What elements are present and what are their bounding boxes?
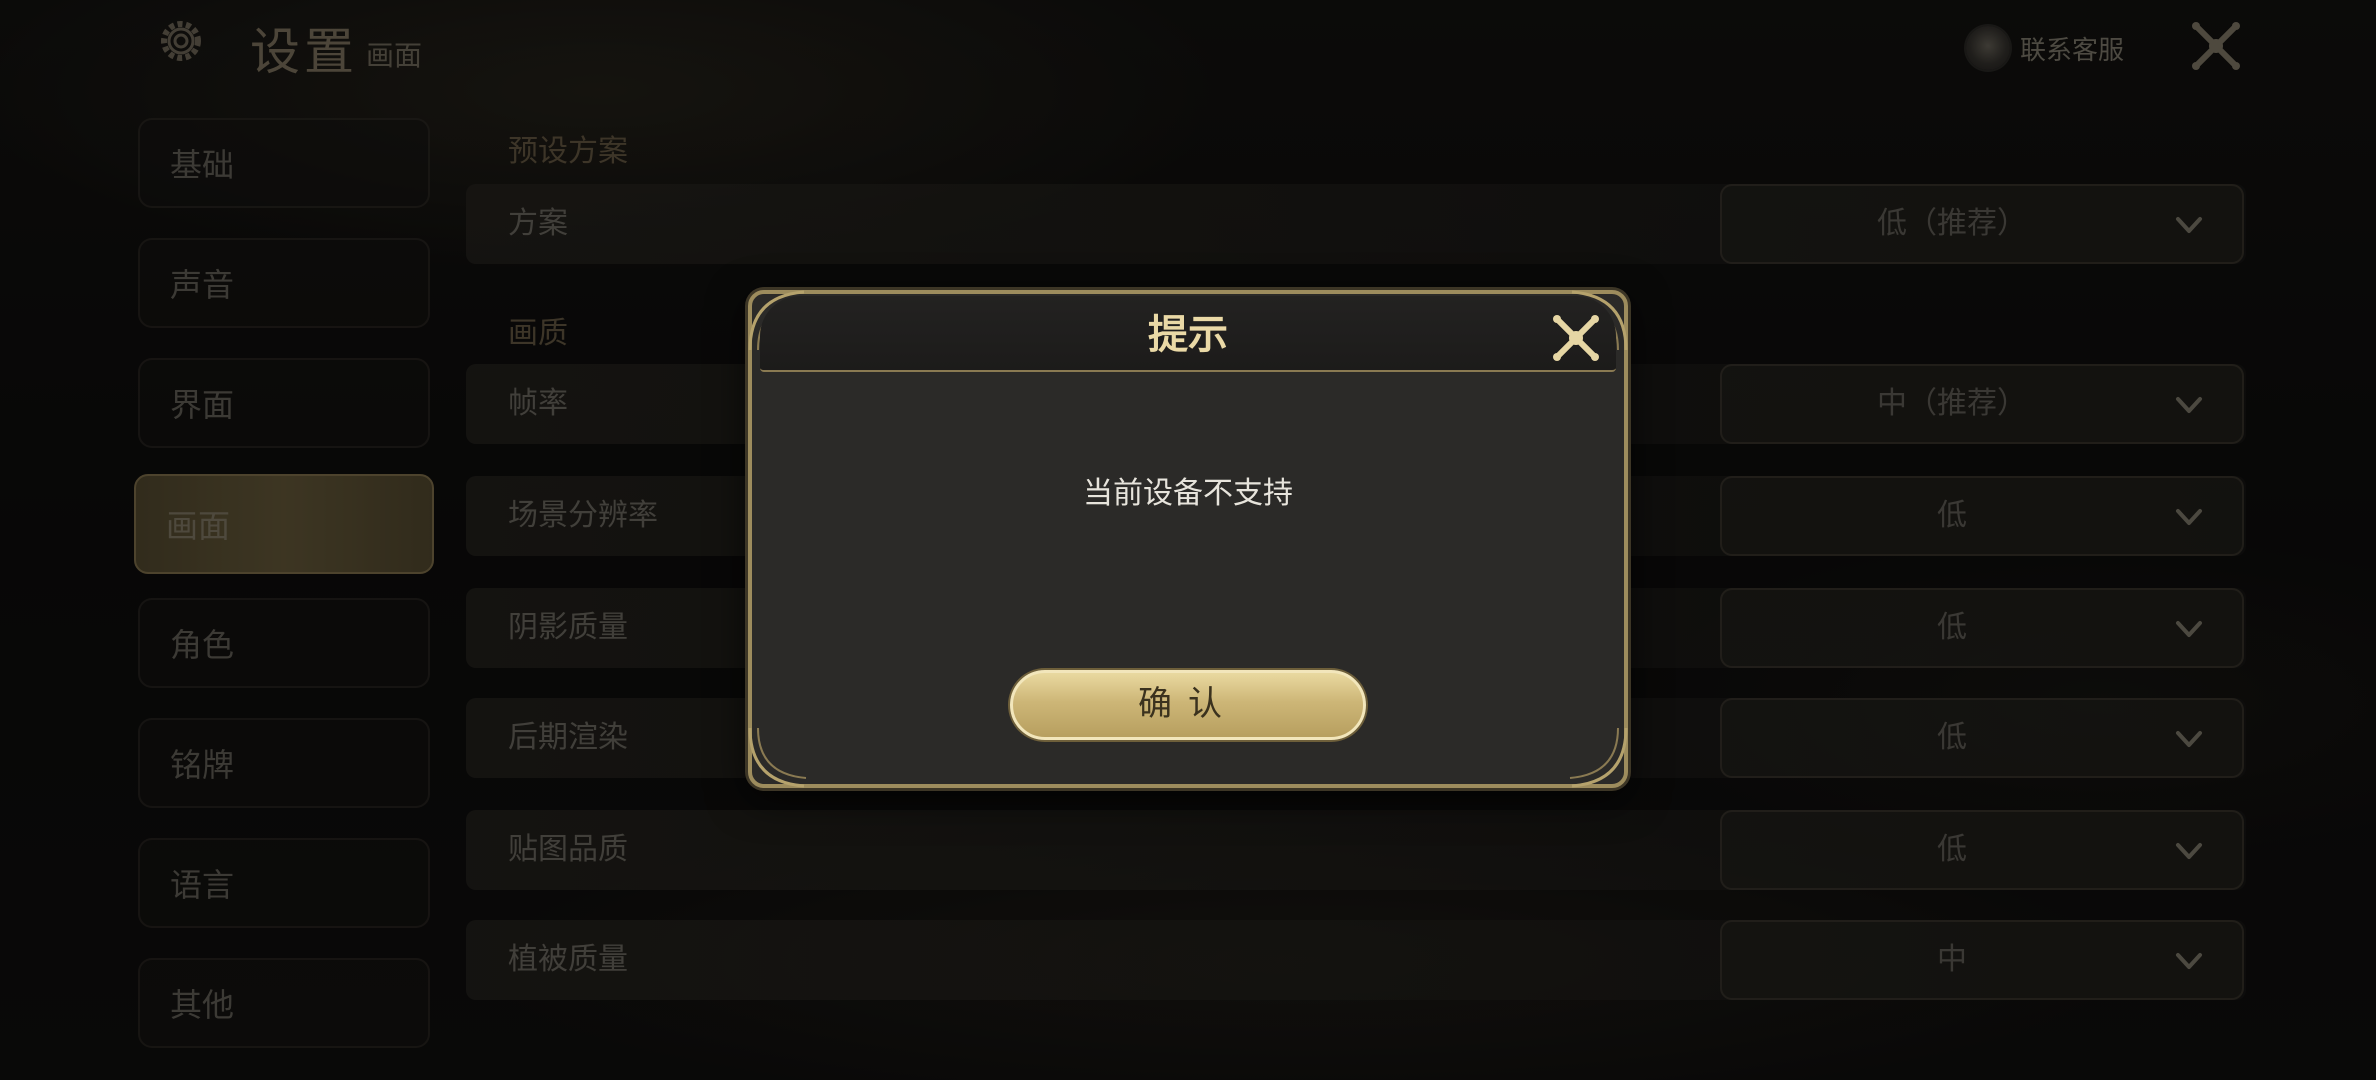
ornament-corner-icon [1569, 727, 1628, 788]
settings-screen: 设置 画面 联系客服 基础 声音 界面 画面 角色 铭牌 语言 其他 预设方案 … [0, 0, 2376, 1080]
alert-dialog: 提示 当前设备不支持 确认 [748, 290, 1628, 788]
close-icon[interactable] [1548, 310, 1604, 366]
dialog-title: 提示 [1148, 311, 1228, 358]
dialog-message: 当前设备不支持 [1083, 476, 1293, 511]
ornament-corner-icon [748, 727, 807, 788]
confirm-button[interactable]: 确认 [1010, 670, 1366, 740]
confirm-button-label: 确认 [1138, 684, 1238, 724]
